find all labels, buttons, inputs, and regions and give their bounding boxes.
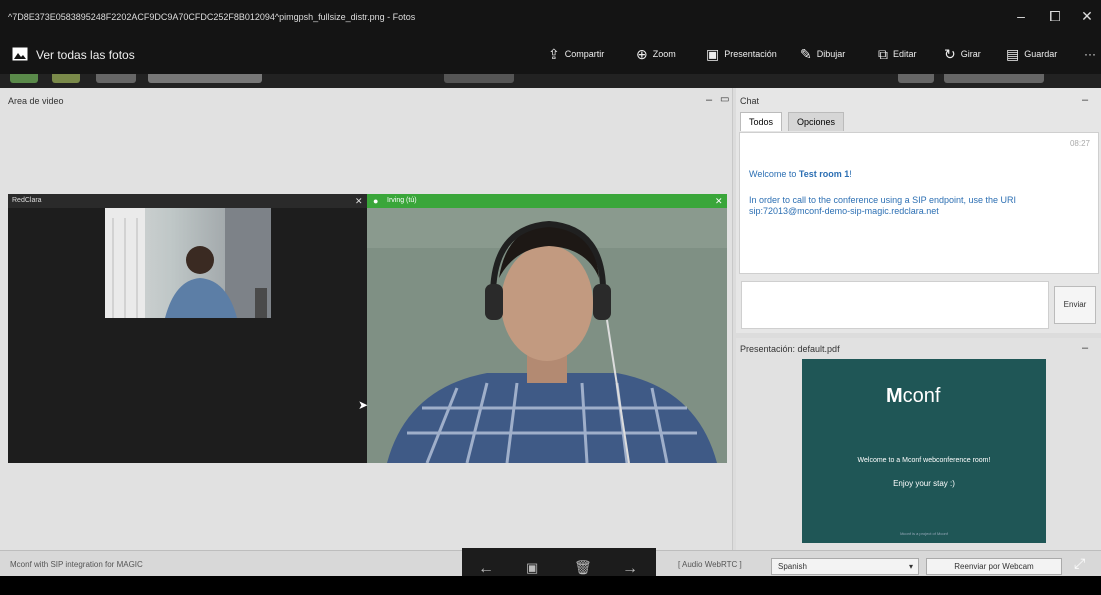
zoom-button[interactable]: ⊕ Zoom bbox=[636, 47, 676, 61]
send-button[interactable]: Enviar bbox=[1054, 286, 1096, 324]
save-button[interactable]: ▤ Guardar bbox=[1006, 47, 1057, 61]
chat-welcome-message: Welcome to Test room 1! bbox=[749, 169, 1094, 179]
video-feed-name: Irving (tú) bbox=[387, 197, 417, 204]
save-icon: ▤ bbox=[1006, 46, 1020, 62]
bottom-edge bbox=[0, 576, 1101, 595]
chevron-down-icon: ▾ bbox=[908, 562, 913, 571]
window-title: ^7D8E373E0583895248F2202ACF9DC9A70CFDC25… bbox=[8, 12, 416, 22]
conference-app: Area de video – ▭ RedClara ✕ ● Irving (t… bbox=[0, 88, 1101, 550]
photos-toolbar: Ver todas las fotos ⇪ Compartir ⊕ Zoom ▣… bbox=[0, 36, 1101, 74]
maximize-button[interactable]: ⧠ bbox=[1045, 8, 1065, 25]
chat-timestamp: 08:27 bbox=[1069, 139, 1090, 148]
room-name: Test room 1 bbox=[798, 169, 850, 179]
video-panel-title: Area de video bbox=[8, 96, 64, 106]
share-label: Compartir bbox=[564, 49, 605, 59]
app-top-strip bbox=[0, 74, 1101, 88]
chat-sip-message: In order to call to the conference using… bbox=[749, 195, 1016, 216]
chat-messages: 08:27 Welcome to Test room 1! In order t… bbox=[739, 132, 1099, 274]
video-panel: Area de video – ▭ RedClara ✕ ● Irving (t… bbox=[0, 88, 733, 550]
welcome-prefix: Welcome to bbox=[749, 169, 799, 179]
mouse-cursor-icon: ➤ bbox=[358, 398, 369, 412]
draw-label: Dibujar bbox=[816, 49, 846, 59]
draw-icon: ✎ bbox=[800, 46, 812, 62]
share-icon: ⇪ bbox=[548, 46, 560, 62]
slideshow-icon: ▣ bbox=[706, 46, 720, 62]
slide-welcome-text: Welcome to a Mconf webconference room! bbox=[857, 457, 991, 464]
logo-m: M bbox=[886, 385, 903, 407]
video-feed-redclara: RedClara ✕ bbox=[8, 194, 367, 463]
edit-button[interactable]: ⧉ Editar bbox=[878, 47, 917, 61]
fullscreen-icon[interactable]: ⤢ bbox=[1074, 555, 1085, 572]
presentation-panel-title: Presentación: default.pdf bbox=[740, 344, 840, 354]
rotate-label: Girar bbox=[960, 49, 981, 59]
chat-panel: Chat – Todos Opciones 08:27 Welcome to T… bbox=[736, 88, 1101, 333]
language-value: Spanish bbox=[778, 562, 807, 571]
mconf-logo: Mconf bbox=[886, 385, 940, 408]
chat-panel-title: Chat bbox=[740, 96, 760, 106]
more-button[interactable]: ··· bbox=[1084, 47, 1096, 61]
video-maximize-button[interactable]: ▭ bbox=[720, 94, 729, 105]
tab-opciones[interactable]: Opciones bbox=[788, 112, 845, 131]
zoom-icon: ⊕ bbox=[636, 46, 648, 62]
presentation-slide: Mconf Welcome to a Mconf webconference r… bbox=[802, 359, 1046, 543]
window-titlebar: ^7D8E373E0583895248F2202ACF9DC9A70CFDC25… bbox=[0, 0, 1101, 36]
rotate-icon: ↻ bbox=[944, 46, 956, 62]
chat-input[interactable] bbox=[741, 281, 1049, 329]
presentation-panel: Presentación: default.pdf – Mconf Welcom… bbox=[736, 338, 1101, 550]
video-feed-header: ● Irving (tú) ✕ bbox=[367, 194, 727, 208]
tab-todos[interactable]: Todos bbox=[740, 112, 783, 131]
strip-block bbox=[10, 74, 38, 83]
status-text: Mconf with SIP integration for MAGIC bbox=[10, 560, 143, 569]
photo-icon bbox=[12, 47, 28, 63]
strip-block bbox=[52, 74, 80, 83]
webcam-image bbox=[367, 208, 727, 464]
strip-block bbox=[898, 74, 934, 83]
slideshow-icon[interactable]: ▣ bbox=[526, 560, 538, 576]
welcome-suffix: ! bbox=[849, 169, 852, 179]
logo-rest: conf bbox=[902, 385, 941, 407]
zoom-label: Zoom bbox=[652, 49, 676, 59]
save-label: Guardar bbox=[1024, 49, 1058, 59]
audio-status: [ Audio WebRTC ] bbox=[678, 560, 742, 569]
see-all-photos-label: Ver todas las fotos bbox=[36, 48, 135, 62]
video-feed-close-button[interactable]: ✕ bbox=[715, 196, 723, 207]
slideshow-button[interactable]: ▣ Presentación bbox=[706, 47, 777, 61]
webcam-button[interactable]: Reenviar por Webcam bbox=[926, 558, 1062, 575]
video-minimize-button[interactable]: – bbox=[706, 94, 712, 106]
rotate-button[interactable]: ↻ Girar bbox=[944, 47, 981, 61]
video-feed-header: RedClara ✕ bbox=[8, 194, 367, 208]
language-select[interactable]: Spanish ▾ bbox=[771, 558, 919, 575]
close-button[interactable]: ✕ bbox=[1077, 8, 1097, 25]
video-feed-self: ● Irving (tú) ✕ bbox=[367, 194, 727, 464]
minimize-button[interactable]: ‒ bbox=[1011, 8, 1031, 24]
video-feed-name: RedClara bbox=[12, 197, 42, 204]
slide-footer: Mconf is a project of Mconf bbox=[900, 531, 948, 536]
edit-label: Editar bbox=[893, 49, 917, 59]
see-all-photos-button[interactable]: Ver todas las fotos bbox=[12, 47, 135, 63]
chat-minimize-button[interactable]: – bbox=[1082, 94, 1088, 106]
presentation-minimize-button[interactable]: – bbox=[1082, 342, 1088, 354]
edit-icon: ⧉ bbox=[878, 46, 888, 62]
user-icon: ● bbox=[373, 196, 379, 206]
delete-icon[interactable]: 🗑 bbox=[574, 559, 592, 576]
webcam-image bbox=[105, 208, 271, 318]
strip-block bbox=[96, 74, 136, 83]
slideshow-label: Presentación bbox=[724, 49, 777, 59]
strip-block bbox=[944, 74, 1044, 83]
video-feed-close-button[interactable]: ✕ bbox=[355, 196, 363, 207]
strip-block bbox=[148, 74, 262, 83]
share-button[interactable]: ⇪ Compartir bbox=[548, 47, 604, 61]
strip-block bbox=[444, 74, 514, 83]
slide-enjoy-text: Enjoy your stay :) bbox=[893, 479, 955, 488]
draw-button[interactable]: ✎ Dibujar bbox=[800, 47, 845, 61]
